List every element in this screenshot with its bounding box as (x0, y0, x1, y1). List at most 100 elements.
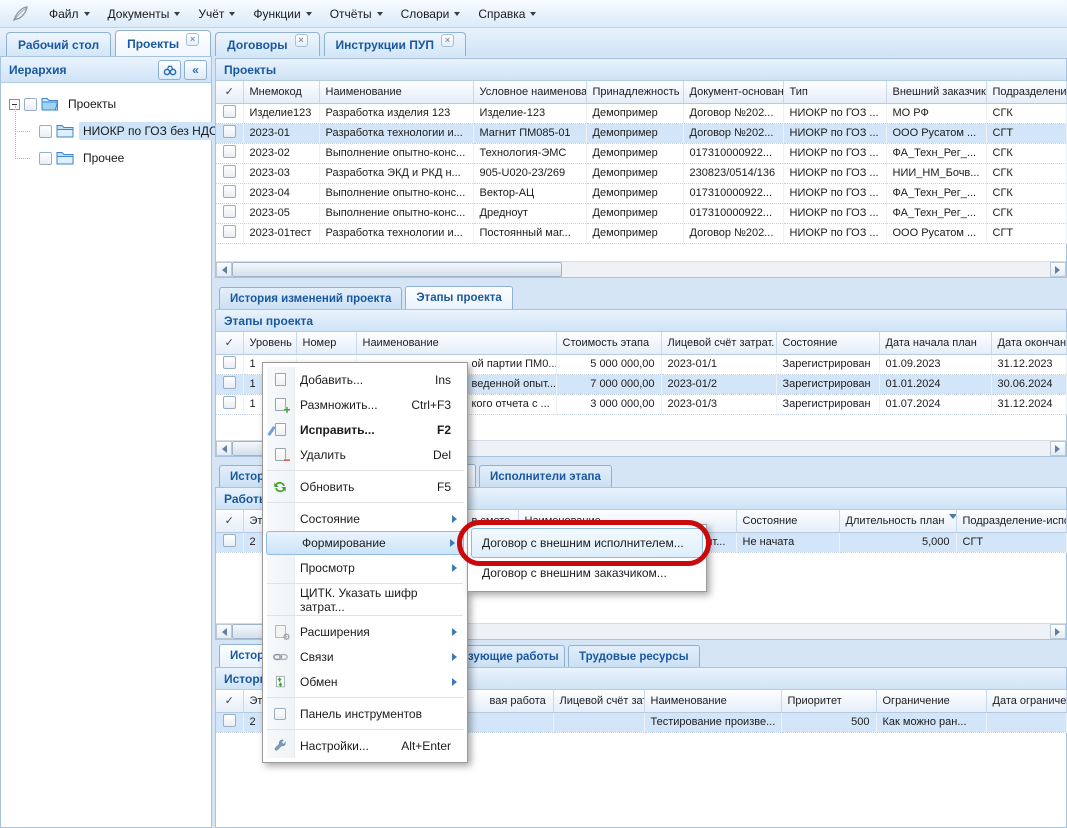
scroll-right-icon[interactable] (1050, 441, 1066, 456)
tab-contracts[interactable]: Договоры (215, 32, 319, 56)
column-header[interactable]: Внешний заказчик (886, 81, 986, 103)
submenu-item-external-contractor[interactable]: Договор с внешним исполнителем... (471, 528, 703, 558)
column-header[interactable]: Приоритет (781, 690, 876, 712)
table-row[interactable]: 2023-05Выполнение опытно-конс...Дредноут… (216, 203, 1066, 223)
row-checkbox[interactable] (223, 356, 236, 369)
context-menu-item-duplicate[interactable]: Размножить... Ctrl+F3 (265, 392, 465, 417)
tree-checkbox[interactable] (39, 125, 52, 138)
column-header[interactable]: Стоимость этапа (556, 332, 661, 354)
column-header[interactable]: Лицевой счёт затрат. (661, 332, 776, 354)
column-header[interactable]: Состояние (736, 510, 839, 532)
tab-projects[interactable]: Проекты (115, 30, 211, 56)
scroll-left-icon[interactable] (216, 624, 232, 639)
context-menu-item-exchange[interactable]: Обмен (265, 669, 465, 694)
context-menu-item-formation[interactable]: Формирование (266, 531, 464, 555)
row-checkbox[interactable] (223, 534, 236, 547)
column-header[interactable]: Ограничение (876, 690, 986, 712)
menu-functions[interactable]: Функции (244, 3, 320, 25)
tab-instructions[interactable]: Инструкции ПУП (324, 32, 466, 56)
tab-project-history[interactable]: История изменений проекта (219, 287, 402, 309)
table-row[interactable]: 2023-04Выполнение опытно-конс...Вектор-А… (216, 183, 1066, 203)
context-menu-item-view[interactable]: Просмотр (265, 555, 465, 580)
sidebar-header: Иерархия « (1, 57, 211, 83)
column-header[interactable]: Мнемокод (243, 81, 319, 103)
column-header[interactable]: Дата ограничени (986, 690, 1066, 712)
context-menu-item-toolbar[interactable]: Панель инструментов (265, 701, 465, 726)
column-header[interactable]: Подразделение (986, 81, 1066, 103)
scroll-right-icon[interactable] (1050, 624, 1066, 639)
column-header-sorted[interactable]: Длительность план (839, 510, 956, 532)
tab-labor-resources[interactable]: Трудовые ресурсы (568, 645, 700, 667)
search-binoculars-icon[interactable] (158, 60, 181, 80)
row-checkbox[interactable] (223, 125, 236, 138)
close-tab-icon[interactable] (186, 33, 199, 46)
close-tab-icon[interactable] (295, 34, 308, 47)
scroll-left-icon[interactable] (216, 441, 232, 456)
menu-dictionaries[interactable]: Словари (392, 3, 470, 25)
column-header[interactable]: Дата начала план (879, 332, 991, 354)
select-all-header[interactable]: ✓ (216, 690, 243, 712)
column-header[interactable]: Дата окончани (991, 332, 1066, 354)
table-row[interactable]: 2023-02Выполнение опытно-конс...Технолог… (216, 143, 1066, 163)
tree-node-projects[interactable]: Проекты (9, 93, 207, 115)
context-menu-item-extensions[interactable]: Расширения (265, 619, 465, 644)
context-menu-item-refresh[interactable]: Обновить F5 (265, 474, 465, 499)
menu-file[interactable]: Файл (40, 3, 99, 25)
row-checkbox[interactable] (223, 105, 236, 118)
column-header[interactable]: Тип (783, 81, 886, 103)
select-all-header[interactable]: ✓ (216, 81, 243, 103)
tree-node-niokr[interactable]: НИОКР по ГОЗ без НДС (9, 120, 207, 142)
scroll-right-icon[interactable] (1050, 262, 1066, 277)
scrollbar-thumb[interactable] (232, 262, 562, 277)
row-checkbox[interactable] (223, 376, 236, 389)
context-menu-item-settings[interactable]: Настройки... Alt+Enter (265, 733, 465, 758)
column-header[interactable]: Уровень (243, 332, 296, 354)
horizontal-scrollbar[interactable] (216, 261, 1066, 277)
tab-stage-executors[interactable]: Исполнители этапа (479, 465, 612, 487)
table-row[interactable]: Изделие123Разработка изделия 123Изделие-… (216, 103, 1066, 123)
context-menu-item-links[interactable]: Связи (265, 644, 465, 669)
row-checkbox[interactable] (223, 225, 236, 238)
tab-project-stages[interactable]: Этапы проекта (405, 286, 512, 309)
row-checkbox[interactable] (223, 396, 236, 409)
tree-node-other[interactable]: Прочее (9, 147, 207, 169)
row-checkbox[interactable] (223, 205, 236, 218)
submenu-item-external-customer[interactable]: Договор с внешним заказчиком... (471, 558, 703, 588)
menu-help[interactable]: Справка (469, 3, 545, 25)
row-checkbox[interactable] (223, 145, 236, 158)
tree-node-label[interactable]: НИОКР по ГОЗ без НДС (79, 122, 222, 140)
tree-node-label[interactable]: Прочее (79, 149, 128, 167)
row-checkbox[interactable] (223, 714, 236, 727)
context-menu-item-delete[interactable]: Удалить Del (265, 442, 465, 467)
menu-accounting[interactable]: Учёт (189, 3, 244, 25)
tab-desktop[interactable]: Рабочий стол (6, 32, 111, 56)
menu-documents[interactable]: Документы (99, 3, 190, 25)
select-all-header[interactable]: ✓ (216, 332, 243, 354)
column-header[interactable]: Лицевой счёт затр (553, 690, 644, 712)
column-header[interactable]: Состояние (776, 332, 879, 354)
context-menu-item-state[interactable]: Состояние (265, 506, 465, 531)
close-tab-icon[interactable] (441, 34, 454, 47)
collapse-panel-icon[interactable]: « (184, 60, 207, 80)
scroll-left-icon[interactable] (216, 262, 232, 277)
column-header[interactable]: Наименование (644, 690, 781, 712)
row-checkbox[interactable] (223, 185, 236, 198)
tree-node-label[interactable]: Проекты (64, 95, 120, 113)
context-menu-item-citk[interactable]: ЦИТК. Указать шифр затрат... (265, 587, 465, 612)
table-row[interactable]: 2023-03Разработка ЭКД и РКД н...905-U020… (216, 163, 1066, 183)
column-header[interactable]: Наименование (356, 332, 556, 354)
tree-checkbox[interactable] (39, 152, 52, 165)
column-header[interactable]: Подразделение-испо (956, 510, 1066, 532)
table-row[interactable]: 2023-01тестРазработка технологии и...Пос… (216, 223, 1066, 243)
table-row-selected[interactable]: 2023-01Разработка технологии и...Магнит … (216, 123, 1066, 143)
column-header[interactable]: Номер (296, 332, 356, 354)
select-all-header[interactable]: ✓ (216, 510, 243, 532)
column-header[interactable]: Наименование (319, 81, 473, 103)
menu-reports[interactable]: Отчёты (321, 3, 392, 25)
column-header[interactable]: Документ-основан (683, 81, 783, 103)
context-menu-item-edit[interactable]: Исправить... F2 (265, 417, 465, 442)
context-menu-item-add[interactable]: Добавить... Ins (265, 367, 465, 392)
column-header[interactable]: Принадлежность (586, 81, 683, 103)
column-header[interactable]: Условное наименова (473, 81, 586, 103)
row-checkbox[interactable] (223, 165, 236, 178)
